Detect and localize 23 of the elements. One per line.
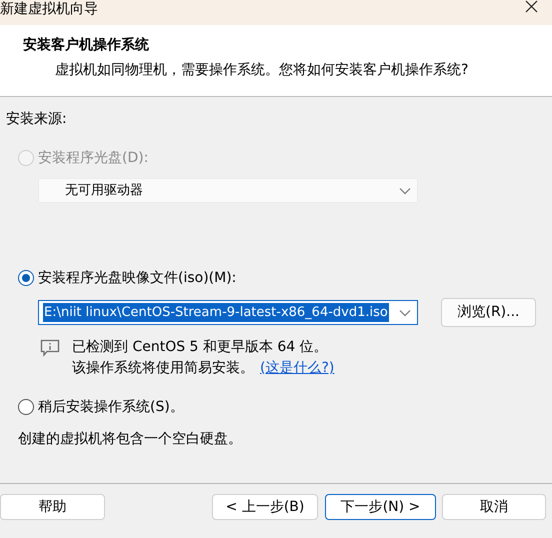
detection-message: 已检测到 CentOS 5 和更早版本 64 位。 [72,338,329,357]
dialog-button[interactable]: 取消 [442,494,546,520]
radio-label: 安装程序光盘(D): [38,148,148,168]
note-text: 创建的虚拟机将包含一个空白硬盘。 [18,430,243,449]
info-icon [40,339,60,357]
caret-icon [399,308,411,316]
radio-button[interactable] [18,270,34,286]
window-title: 新建虚拟机向导 [0,1,98,17]
easy-install-message: 该操作系统将使用简易安装。 [72,359,254,378]
close-icon[interactable] [525,0,538,13]
dropdown[interactable]: E:\niit linux\CentOS-Stream-9-latest-x86_64-dvd1.iso [38,300,418,325]
radio-label: 安装程序光盘映像文件(iso)(M): [38,268,236,288]
caret-icon [399,186,411,194]
page-heading: 安装客户机操作系统 [23,36,150,55]
browse-button[interactable]: 浏览(R)... [441,298,536,327]
dialog-button[interactable]: 下一步(N) > [325,494,436,520]
page-description: 虚拟机如同物理机，需要操作系统。您将如何安装客户机操作系统? [54,61,470,80]
dialog-button[interactable]: < 上一步(B) [212,494,318,520]
radio-label: 稍后安装操作系统(S)。 [38,398,184,416]
section-label: 安装来源: [6,110,68,129]
dialog-button[interactable]: 帮助 [0,494,105,520]
radio-button[interactable] [18,399,34,415]
help-link[interactable]: (这是什么?) [260,358,334,379]
